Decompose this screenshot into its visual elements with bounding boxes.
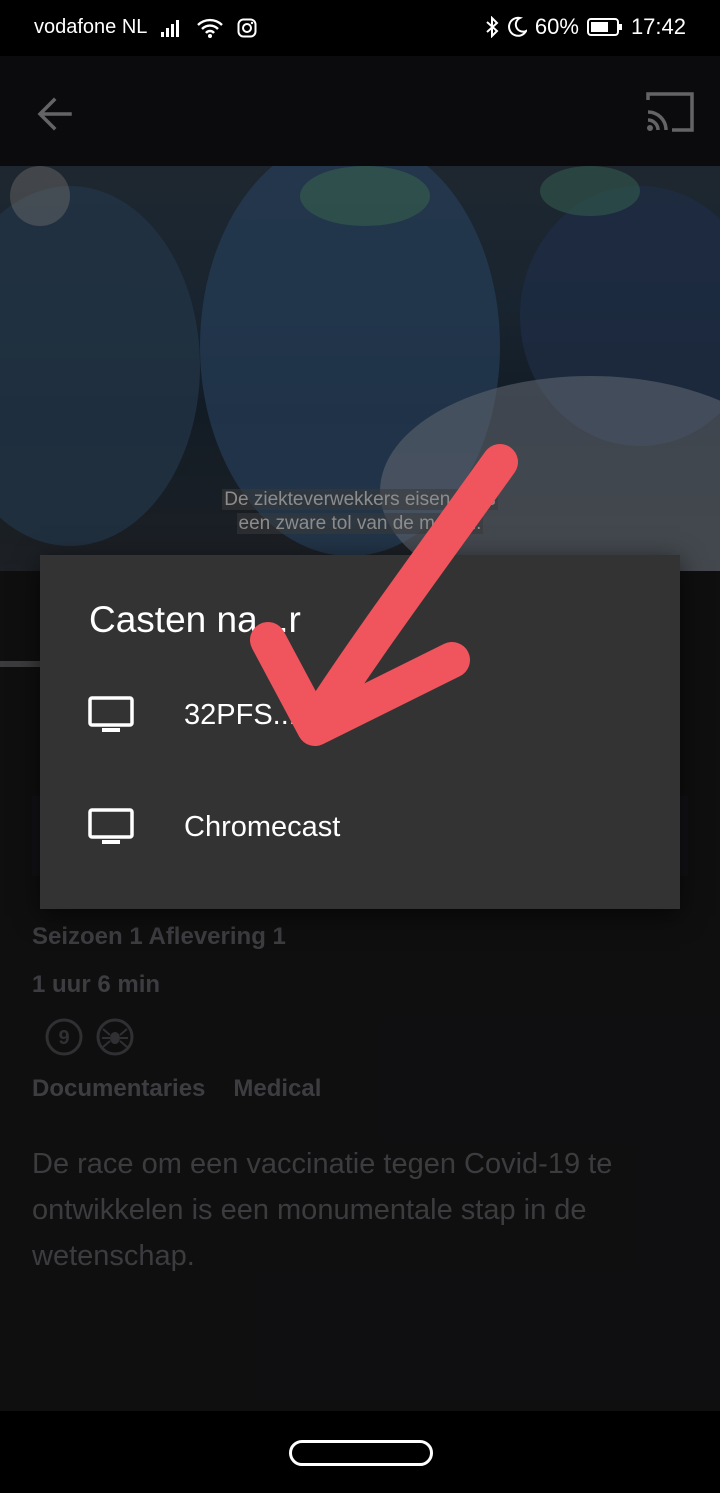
- device-item-32pfs[interactable]: 32PFS...2: [40, 665, 680, 765]
- tv-icon: [88, 695, 134, 740]
- dialog-title: Casten na...r: [89, 599, 301, 640]
- battery-icon: [586, 17, 623, 37]
- device-item-chromecast[interactable]: Chromecast: [40, 777, 680, 877]
- home-gesture-bar[interactable]: [289, 1440, 433, 1466]
- moon-icon: [507, 16, 527, 38]
- instagram-icon: [237, 18, 257, 38]
- progress-indicator: [0, 661, 40, 667]
- duration-label: 1 uur 6 min: [32, 971, 161, 998]
- tv-icon: [88, 807, 134, 852]
- subtitle-line-1: De ziekteverwekkers eisen ...jes: [222, 489, 498, 510]
- video-subtitle: De ziekteverwekkers eisen ...jes een zwa…: [0, 488, 720, 536]
- cast-icon: [642, 92, 698, 142]
- navigation-bar: [0, 1411, 720, 1493]
- device-name: Chromecast: [184, 811, 341, 843]
- spider-icon: [95, 1017, 135, 1062]
- subtitle-line-2: een zware tol van de m...eid.: [236, 513, 484, 534]
- back-arrow-icon: [30, 97, 82, 144]
- cast-button[interactable]: [642, 86, 698, 138]
- carrier-label: vodafone NL: [34, 16, 148, 38]
- wifi-icon: [197, 18, 224, 38]
- age-rating-text: 9: [58, 1027, 69, 1049]
- device-name: 32PFS...2: [184, 699, 313, 731]
- clock: 17:42: [630, 14, 686, 39]
- screen: vodafone NL 60% 17:42 De ziekteverwekker…: [0, 0, 720, 1493]
- episode-description: De race om een vaccinatie tegen Covid-19…: [32, 1148, 613, 1272]
- season-episode-label: Seizoen 1 Aflevering 1: [32, 923, 286, 950]
- genre-tag[interactable]: Documentaries: [32, 1075, 205, 1103]
- genre-tag[interactable]: Medical: [233, 1075, 321, 1103]
- battery-percent: 60%: [534, 14, 579, 39]
- video-player[interactable]: De ziekteverwekkers eisen ...jes een zwa…: [0, 166, 720, 571]
- status-bar: vodafone NL 60% 17:42: [0, 0, 720, 56]
- cast-dialog: Casten na...r 32PFS...2 Chromecast: [40, 555, 680, 909]
- app-bar: [0, 56, 720, 166]
- back-button[interactable]: [30, 88, 82, 140]
- bluetooth-icon: [485, 16, 499, 38]
- signal-icon: [161, 19, 183, 37]
- age-9-icon: 9: [44, 1017, 84, 1062]
- genre-list: Documentaries Medical: [32, 1075, 321, 1103]
